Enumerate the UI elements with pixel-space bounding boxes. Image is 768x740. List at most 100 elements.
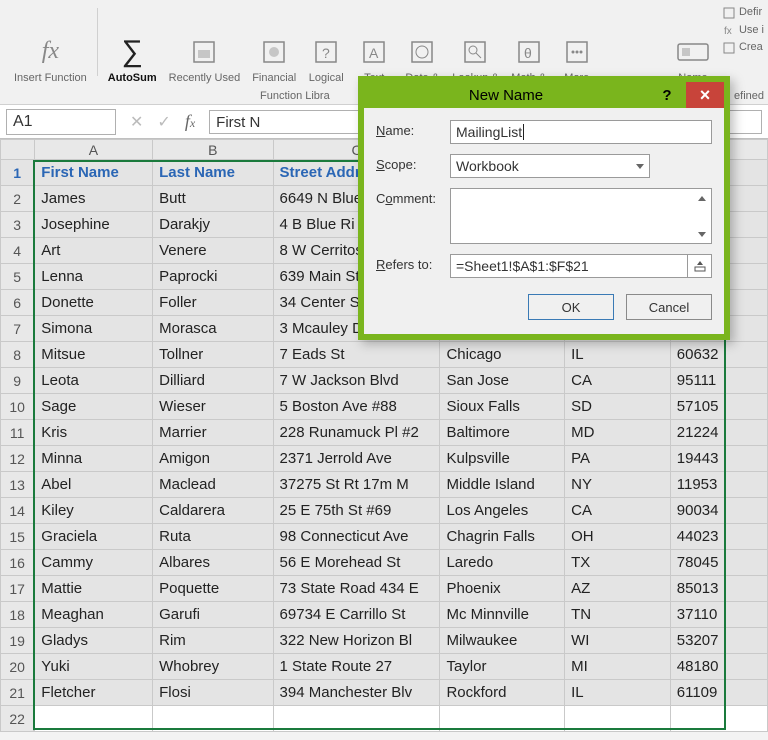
cell[interactable] [34, 706, 152, 732]
cell[interactable]: CA [565, 368, 671, 394]
cell[interactable]: Venere [153, 238, 273, 264]
cell[interactable]: Mc Minnville [440, 602, 565, 628]
cell[interactable]: Poquette [153, 576, 273, 602]
cell[interactable]: Milwaukee [440, 628, 565, 654]
cell[interactable]: Mattie [34, 576, 152, 602]
cell[interactable]: Caldarera [153, 498, 273, 524]
row-header[interactable]: 5 [1, 264, 35, 290]
row-header[interactable]: 8 [1, 342, 35, 368]
cell[interactable]: Whobrey [153, 654, 273, 680]
cell[interactable]: Minna [34, 446, 152, 472]
row-header[interactable]: 15 [1, 524, 35, 550]
cell[interactable]: Garufi [153, 602, 273, 628]
more-functions-button[interactable]: More [559, 4, 595, 84]
cell[interactable]: NY [565, 472, 671, 498]
cell[interactable]: 53207 [670, 628, 767, 654]
cell[interactable]: 60632 [670, 342, 767, 368]
cell[interactable]: Chagrin Falls [440, 524, 565, 550]
cell[interactable]: Laredo [440, 550, 565, 576]
cell[interactable] [273, 706, 440, 732]
scroll-down-icon[interactable] [695, 227, 709, 241]
help-button[interactable]: ? [648, 82, 686, 108]
row-header[interactable]: 22 [1, 706, 35, 732]
row-header[interactable]: 7 [1, 316, 35, 342]
cell[interactable]: Baltimore [440, 420, 565, 446]
cell[interactable]: Wieser [153, 394, 273, 420]
cell[interactable]: 322 New Horizon Bl [273, 628, 440, 654]
row-header[interactable]: 21 [1, 680, 35, 706]
cell[interactable]: Maclead [153, 472, 273, 498]
cell[interactable]: Phoenix [440, 576, 565, 602]
refers-to-field[interactable]: =Sheet1!$A$1:$F$21 [450, 254, 688, 278]
row-header[interactable]: 3 [1, 212, 35, 238]
row-header[interactable]: 12 [1, 446, 35, 472]
cell[interactable]: 1 State Route 27 [273, 654, 440, 680]
define-name-button[interactable]: Defir [723, 4, 764, 22]
column-header[interactable]: B [153, 140, 273, 160]
cell[interactable]: 394 Manchester Blv [273, 680, 440, 706]
cell[interactable]: Dilliard [153, 368, 273, 394]
cell[interactable]: IL [565, 680, 671, 706]
cell[interactable]: 19443 [670, 446, 767, 472]
cell[interactable]: PA [565, 446, 671, 472]
cell[interactable]: 90034 [670, 498, 767, 524]
cell[interactable] [440, 706, 565, 732]
cell[interactable]: Darakjy [153, 212, 273, 238]
cell[interactable]: Donette [34, 290, 152, 316]
cell[interactable]: Amigon [153, 446, 273, 472]
cell[interactable]: San Jose [440, 368, 565, 394]
cell[interactable]: 25 E 75th St #69 [273, 498, 440, 524]
cell[interactable]: First Name [34, 160, 152, 186]
date-time-button[interactable]: Date & [404, 4, 440, 84]
cell[interactable]: 61109 [670, 680, 767, 706]
cell[interactable]: Tollner [153, 342, 273, 368]
dialog-titlebar[interactable]: New Name ? × [364, 82, 724, 108]
cell[interactable] [565, 706, 671, 732]
cell[interactable]: Lenna [34, 264, 152, 290]
cell[interactable] [153, 706, 273, 732]
cell[interactable]: Flosi [153, 680, 273, 706]
row-header[interactable]: 20 [1, 654, 35, 680]
row-header[interactable]: 11 [1, 420, 35, 446]
cell[interactable]: 37275 St Rt 17m M [273, 472, 440, 498]
cell[interactable]: 98 Connecticut Ave [273, 524, 440, 550]
name-field[interactable]: MailingList [450, 120, 712, 144]
cell[interactable]: 73 State Road 434 E [273, 576, 440, 602]
cell[interactable]: 48180 [670, 654, 767, 680]
cell[interactable]: TN [565, 602, 671, 628]
cell[interactable]: 69734 E Carrillo St [273, 602, 440, 628]
cell[interactable]: Foller [153, 290, 273, 316]
cell[interactable]: 5 Boston Ave #88 [273, 394, 440, 420]
cell[interactable]: 56 E Morehead St [273, 550, 440, 576]
cell[interactable]: 57105 [670, 394, 767, 420]
ok-button[interactable]: OK [528, 294, 614, 320]
cell[interactable]: Butt [153, 186, 273, 212]
cell[interactable]: Ruta [153, 524, 273, 550]
row-header[interactable]: 14 [1, 498, 35, 524]
cell[interactable]: 21224 [670, 420, 767, 446]
logical-button[interactable]: ? Logical [308, 4, 344, 84]
cancel-button[interactable]: Cancel [626, 294, 712, 320]
autosum-button[interactable]: ∑ AutoSum [108, 4, 157, 84]
cell[interactable]: MD [565, 420, 671, 446]
collapse-dialog-button[interactable] [688, 254, 712, 278]
cell[interactable]: 78045 [670, 550, 767, 576]
cell[interactable]: Paprocki [153, 264, 273, 290]
cell[interactable]: 7 W Jackson Blvd [273, 368, 440, 394]
row-header[interactable]: 6 [1, 290, 35, 316]
cell[interactable]: 95111 [670, 368, 767, 394]
column-header[interactable]: A [34, 140, 152, 160]
cell[interactable]: AZ [565, 576, 671, 602]
close-button[interactable]: × [686, 82, 724, 108]
cell[interactable]: Kulpsville [440, 446, 565, 472]
cell[interactable]: TX [565, 550, 671, 576]
cell[interactable]: Yuki [34, 654, 152, 680]
name-box[interactable]: A1 [6, 109, 116, 135]
enter-entry-icon[interactable]: ✓ [157, 112, 170, 132]
use-in-formula-button[interactable]: fxUse i [723, 22, 764, 40]
financial-button[interactable]: Financial [252, 4, 296, 84]
scope-dropdown[interactable]: Workbook [450, 154, 650, 178]
cell[interactable]: James [34, 186, 152, 212]
cell[interactable]: 85013 [670, 576, 767, 602]
row-header[interactable]: 10 [1, 394, 35, 420]
